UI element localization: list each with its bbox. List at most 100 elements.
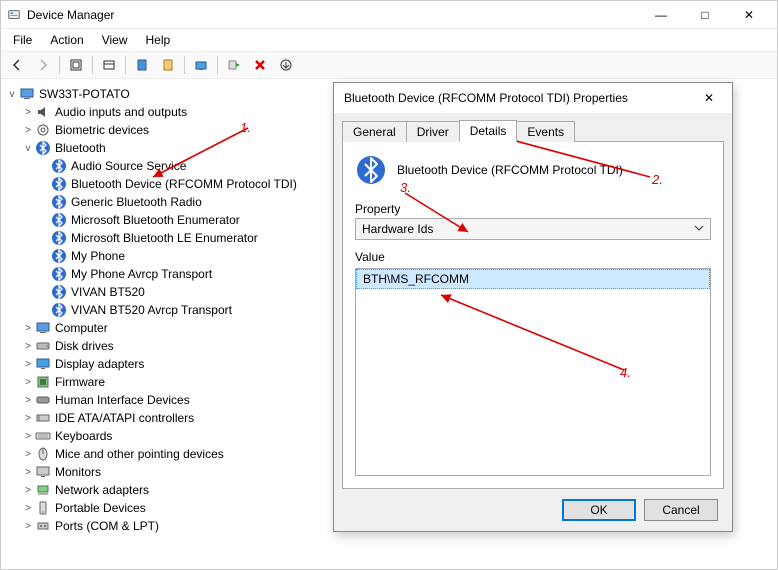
tree-item-label: My Phone — [71, 249, 125, 263]
tree-item-label: Microsoft Bluetooth LE Enumerator — [71, 231, 258, 245]
uninstall-device-icon[interactable] — [248, 54, 272, 76]
bluetooth-icon — [51, 302, 67, 318]
expander-icon[interactable]: > — [21, 485, 35, 496]
tree-item-label: Ports (COM & LPT) — [55, 519, 159, 533]
tab-general[interactable]: General — [342, 121, 407, 142]
audio-icon — [35, 104, 51, 120]
expander-icon[interactable]: > — [21, 431, 35, 442]
tree-item-label: Biometric devices — [55, 123, 149, 137]
expander-icon[interactable]: > — [21, 107, 35, 118]
tab-body: Bluetooth Device (RFCOMM Protocol TDI) P… — [342, 141, 724, 489]
toolbar-separator — [217, 56, 218, 74]
expander-icon[interactable]: > — [21, 467, 35, 478]
bluetooth-icon — [51, 176, 67, 192]
tab-details[interactable]: Details — [459, 120, 518, 142]
menu-file[interactable]: File — [5, 31, 40, 49]
app-icon — [7, 8, 21, 22]
help-icon[interactable] — [156, 54, 180, 76]
expander-icon[interactable]: > — [21, 449, 35, 460]
tab-driver[interactable]: Driver — [406, 121, 460, 142]
tree-item-label: Computer — [55, 321, 108, 335]
tree-item-label: Bluetooth Device (RFCOMM Protocol TDI) — [71, 177, 297, 191]
tree-item-label: Monitors — [55, 465, 101, 479]
menu-action[interactable]: Action — [42, 31, 91, 49]
toolbar-separator — [92, 56, 93, 74]
show-hidden-icon[interactable] — [97, 54, 121, 76]
menu-view[interactable]: View — [94, 31, 136, 49]
expander-icon[interactable]: > — [21, 359, 35, 370]
ports-icon — [35, 518, 51, 534]
tree-item-label: SW33T-POTATO — [39, 87, 130, 101]
expander-icon[interactable]: > — [21, 503, 35, 514]
toolbar-separator — [59, 56, 60, 74]
expander-icon[interactable]: v — [5, 89, 19, 100]
value-item[interactable]: BTH\MS_RFCOMM — [356, 269, 710, 289]
expander-icon[interactable]: > — [21, 521, 35, 532]
expander-icon[interactable]: > — [21, 323, 35, 334]
tree-item-label: My Phone Avrcp Transport — [71, 267, 212, 281]
tree-item-label: Disk drives — [55, 339, 114, 353]
disk-icon — [35, 338, 51, 354]
menu-bar: File Action View Help — [1, 29, 777, 51]
monitor-icon — [35, 464, 51, 480]
property-dropdown[interactable]: Hardware Ids — [355, 218, 711, 240]
display-icon — [35, 356, 51, 372]
expander-icon[interactable]: > — [21, 377, 35, 388]
ide-icon — [35, 410, 51, 426]
device-name-label: Bluetooth Device (RFCOMM Protocol TDI) — [397, 163, 623, 177]
back-icon[interactable] — [5, 54, 29, 76]
tree-item-label: Firmware — [55, 375, 105, 389]
cancel-button[interactable]: Cancel — [644, 499, 718, 521]
portable-icon — [35, 500, 51, 516]
dialog-titlebar: Bluetooth Device (RFCOMM Protocol TDI) P… — [334, 83, 732, 113]
bluetooth-icon — [355, 154, 387, 186]
toolbar-separator — [184, 56, 185, 74]
expander-icon[interactable]: > — [21, 341, 35, 352]
network-icon — [35, 482, 51, 498]
toolbar-separator — [125, 56, 126, 74]
keyboard-icon — [35, 428, 51, 444]
ok-button[interactable]: OK — [562, 499, 636, 521]
bluetooth-icon — [51, 230, 67, 246]
tree-item-label: Portable Devices — [55, 501, 146, 515]
expander-icon[interactable]: > — [21, 395, 35, 406]
tab-events[interactable]: Events — [516, 121, 575, 142]
tree-item-label: Audio inputs and outputs — [55, 105, 187, 119]
tree-item-label: Network adapters — [55, 483, 149, 497]
up-icon[interactable] — [64, 54, 88, 76]
bluetooth-icon — [51, 194, 67, 210]
tree-item-label: Audio Source Service — [71, 159, 186, 173]
mouse-icon — [35, 446, 51, 462]
tree-item-label: IDE ATA/ATAPI controllers — [55, 411, 194, 425]
properties-icon[interactable] — [130, 54, 154, 76]
expander-icon[interactable]: v — [21, 143, 35, 154]
bluetooth-icon — [51, 266, 67, 282]
expander-icon[interactable]: > — [21, 413, 35, 424]
bluetooth-icon — [35, 140, 51, 156]
expander-icon[interactable]: > — [21, 125, 35, 136]
property-label: Property — [355, 202, 711, 216]
window-title: Device Manager — [27, 8, 639, 22]
scan-hardware-icon[interactable] — [222, 54, 246, 76]
tree-item-label: Bluetooth — [55, 141, 106, 155]
toolbar — [1, 51, 777, 79]
dialog-title: Bluetooth Device (RFCOMM Protocol TDI) P… — [344, 91, 696, 105]
update-driver-icon[interactable] — [274, 54, 298, 76]
computer-icon — [35, 320, 51, 336]
main-titlebar: Device Manager — □ ✕ — [1, 1, 777, 29]
tree-item-label: Display adapters — [55, 357, 144, 371]
menu-help[interactable]: Help — [138, 31, 179, 49]
maximize-button[interactable]: □ — [683, 1, 727, 29]
close-button[interactable]: ✕ — [727, 1, 771, 29]
hid-icon — [35, 392, 51, 408]
bluetooth-icon — [51, 248, 67, 264]
dialog-close-icon[interactable]: ✕ — [696, 87, 722, 109]
forward-icon[interactable] — [31, 54, 55, 76]
bluetooth-icon — [51, 212, 67, 228]
value-listbox[interactable]: BTH\MS_RFCOMM — [355, 268, 711, 476]
minimize-button[interactable]: — — [639, 1, 683, 29]
refresh-icon[interactable] — [189, 54, 213, 76]
dialog-tabs: General Driver Details Events — [334, 113, 732, 141]
tree-item-label: Human Interface Devices — [55, 393, 190, 407]
bluetooth-icon — [51, 158, 67, 174]
